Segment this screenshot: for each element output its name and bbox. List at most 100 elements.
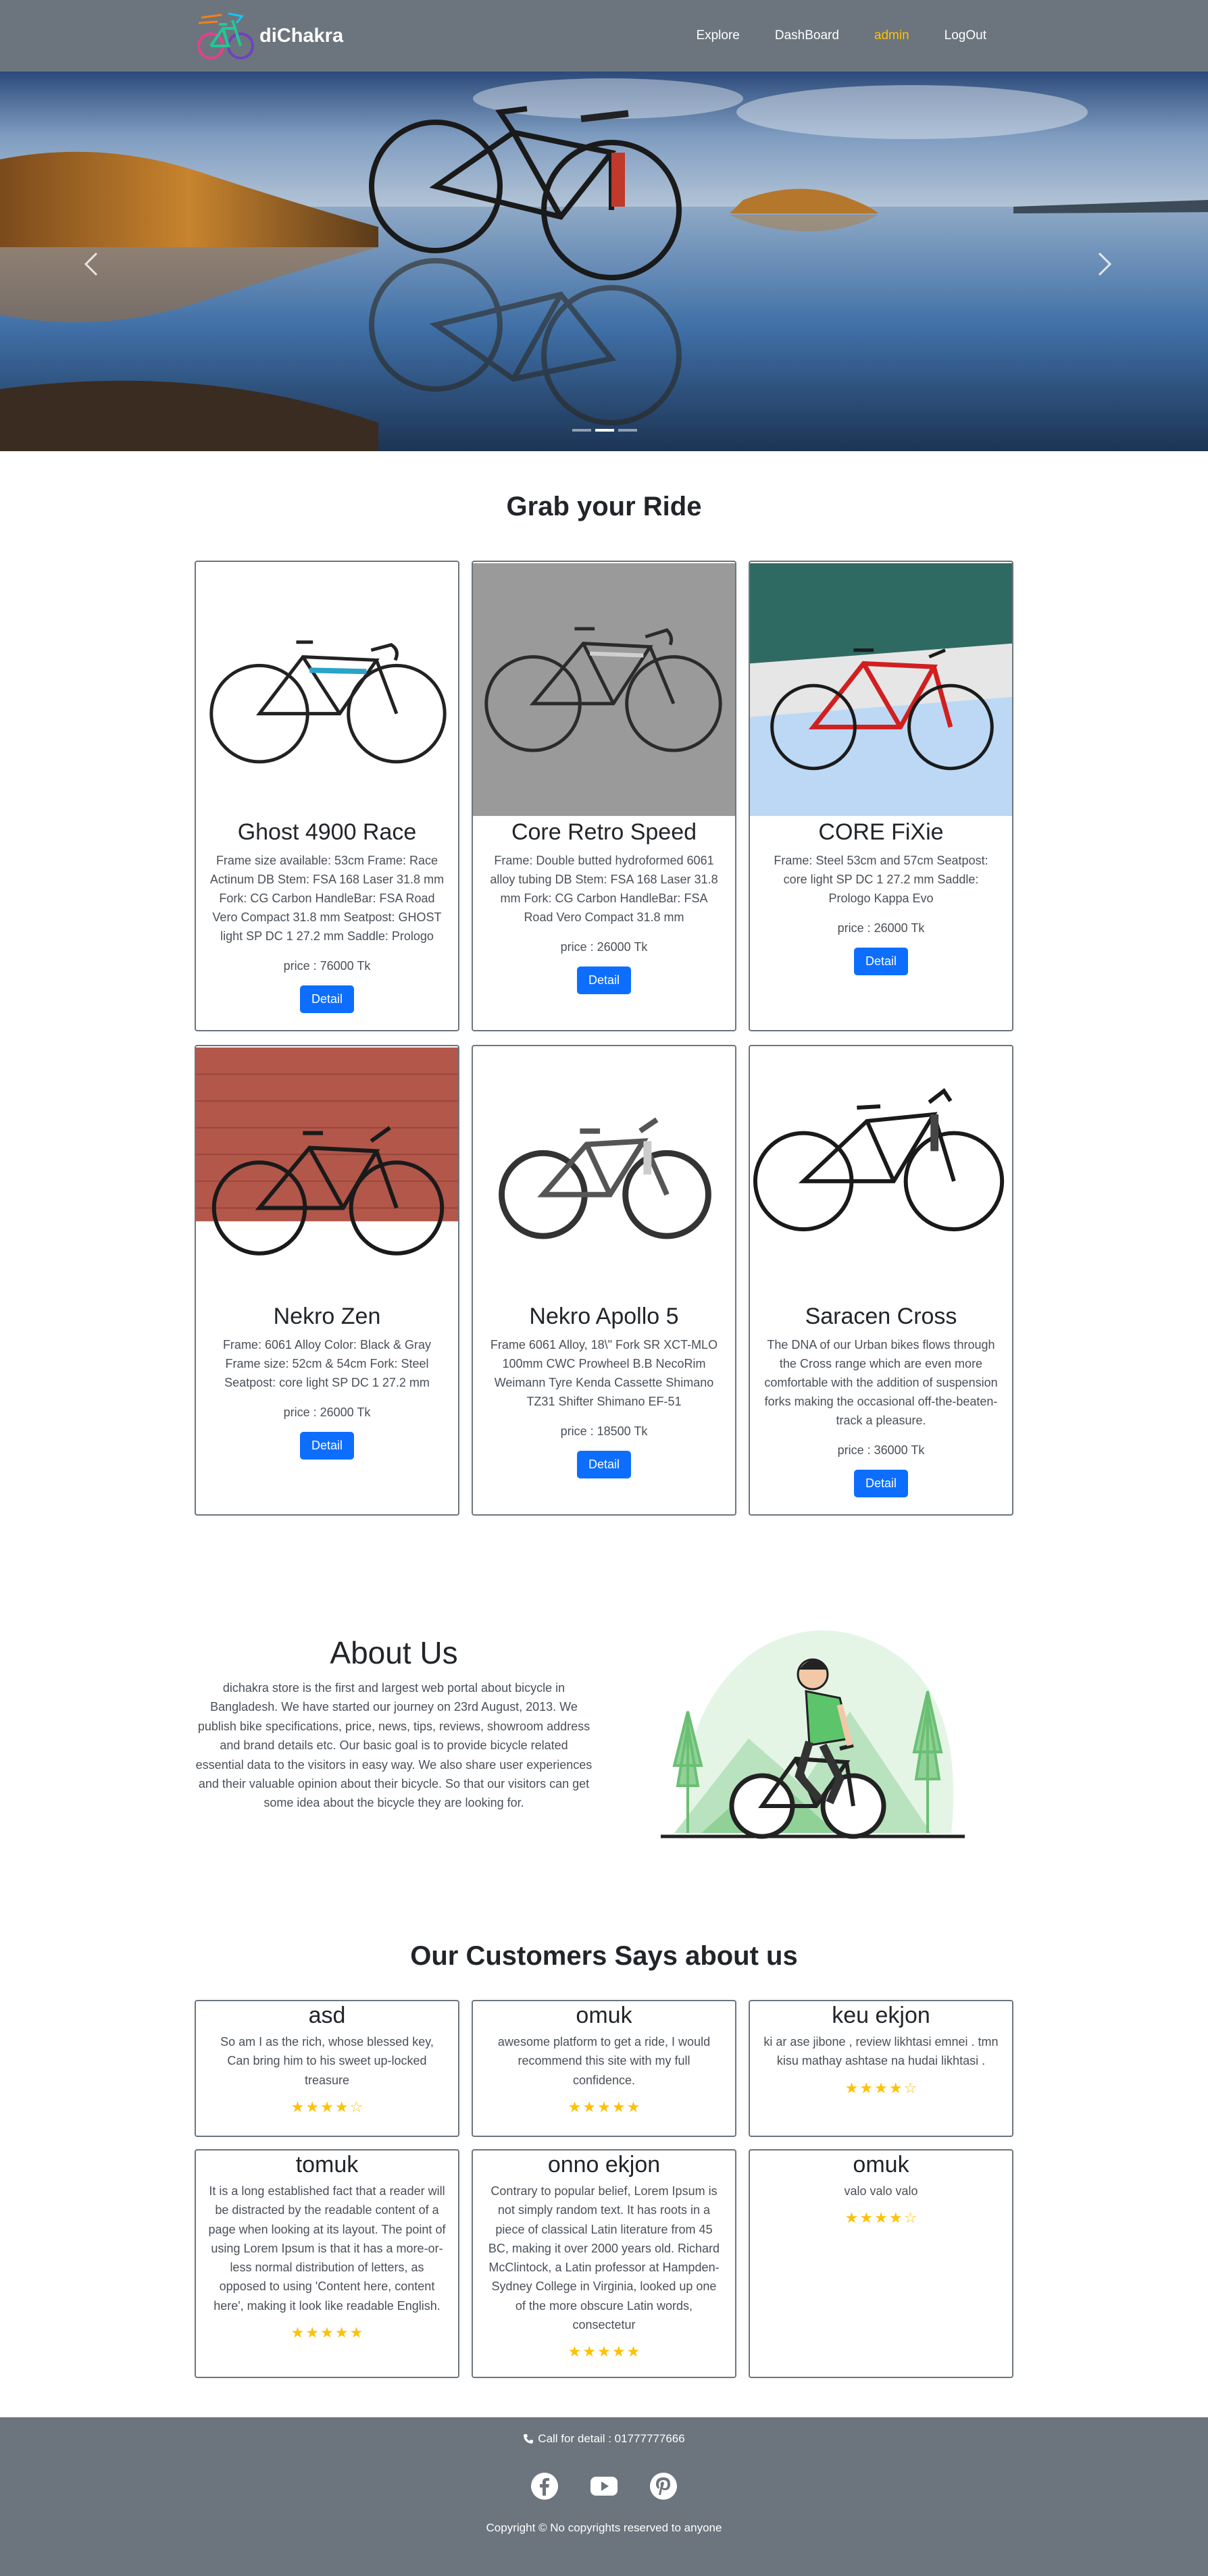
- review-text: awesome platform to get a ride, I would …: [497, 2035, 711, 2087]
- review-text: Contrary to popular belief, Lorem Ipsum …: [488, 2184, 720, 2332]
- star-filled-icon: ★: [888, 2209, 903, 2227]
- nav-links: Explore DashBoard admin LogOut: [678, 26, 1004, 46]
- product-description: Frame size available: 53cm Frame: Race A…: [209, 854, 445, 943]
- star-filled-icon: ★: [845, 2079, 859, 2096]
- carousel-prev-button[interactable]: [71, 244, 111, 284]
- nav-link-explore[interactable]: Explore: [678, 26, 757, 46]
- star-filled-icon: ★: [291, 2098, 305, 2115]
- detail-button[interactable]: Detail: [576, 1451, 632, 1478]
- star-filled-icon: ★: [859, 2079, 874, 2096]
- detail-button[interactable]: Detail: [853, 1470, 909, 1497]
- star-filled-icon: ★: [626, 2343, 640, 2361]
- product-card: Saracen Cross The DNA of our Urban bikes…: [749, 1045, 1013, 1516]
- product-description: Frame: Double butted hydroformed 6061 al…: [490, 854, 718, 924]
- product-price: price : 36000 Tk: [837, 1443, 925, 1457]
- footer: Call for detail : 01777777666 Copyright …: [0, 2417, 1208, 2576]
- star-empty-icon: ☆: [903, 2079, 917, 2096]
- nav-link-logout[interactable]: LogOut: [927, 26, 1004, 46]
- about-section: About Us dichakra store is the first and…: [195, 1610, 1013, 1840]
- star-rating: ★ ★ ★ ★ ☆: [208, 2098, 446, 2115]
- star-filled-icon: ★: [582, 2098, 597, 2115]
- nav-link-dashboard[interactable]: DashBoard: [757, 26, 857, 46]
- product-price: price : 18500 Tk: [560, 1424, 648, 1438]
- carousel-indicators: [572, 429, 637, 432]
- star-filled-icon: ★: [874, 2209, 888, 2227]
- star-filled-icon: ★: [888, 2079, 903, 2096]
- review-text: It is a long established fact that a rea…: [208, 2184, 446, 2313]
- star-filled-icon: ★: [845, 2209, 859, 2227]
- review-text: ki ar ase jibone , review likhtasi emnei…: [763, 2035, 999, 2068]
- star-filled-icon: ★: [305, 2098, 320, 2115]
- review-card: keu ekjon ki ar ase jibone , review likh…: [749, 2000, 1013, 2137]
- reviewer-name: asd: [308, 2003, 346, 2028]
- review-card: tomuk It is a long established fact that…: [195, 2149, 459, 2378]
- star-filled-icon: ★: [320, 2324, 334, 2342]
- carousel-indicator[interactable]: [572, 429, 591, 432]
- youtube-icon[interactable]: [589, 2471, 619, 2501]
- carousel-indicator-active[interactable]: [595, 429, 614, 432]
- review-card: omuk awesome platform to get a ride, I w…: [472, 2000, 736, 2137]
- pinterest-icon[interactable]: [649, 2471, 678, 2501]
- star-rating: ★ ★ ★ ★ ☆: [762, 2080, 1000, 2096]
- review-grid: asd So am I as the rich, whose blessed k…: [195, 2000, 1013, 2378]
- product-name: Saracen Cross: [805, 1304, 957, 1329]
- star-rating: ★ ★ ★ ★ ★: [485, 2344, 723, 2360]
- star-rating: ★ ★ ★ ★ ★: [208, 2325, 446, 2341]
- facebook-icon[interactable]: [530, 2471, 559, 2501]
- product-image: [473, 1047, 735, 1301]
- star-filled-icon: ★: [626, 2098, 640, 2115]
- product-name: Nekro Apollo 5: [529, 1304, 679, 1329]
- detail-button[interactable]: Detail: [299, 1432, 355, 1460]
- product-description: Frame: Steel 53cm and 57cm Seatpost: cor…: [774, 854, 988, 905]
- phone-icon: [524, 2434, 534, 2444]
- product-card: Nekro Zen Frame: 6061 Alloy Color: Black…: [195, 1045, 459, 1516]
- chevron-left-icon: [84, 252, 98, 276]
- product-name: Core Retro Speed: [511, 819, 697, 845]
- carousel-indicator[interactable]: [618, 429, 637, 432]
- star-empty-icon: ☆: [349, 2098, 363, 2115]
- about-title: About Us: [330, 1635, 458, 1670]
- star-filled-icon: ★: [334, 2098, 349, 2115]
- star-filled-icon: ★: [859, 2209, 874, 2227]
- star-filled-icon: ★: [874, 2079, 888, 2096]
- hero-slide-image: [0, 72, 1208, 451]
- footer-call: Call for detail : 01777777666: [0, 2432, 1208, 2446]
- star-filled-icon: ★: [334, 2324, 349, 2342]
- product-image: [196, 1047, 458, 1301]
- product-description: The DNA of our Urban bikes flows through…: [764, 1338, 998, 1427]
- chevron-right-icon: [1098, 252, 1112, 276]
- hero-carousel: [0, 72, 1208, 451]
- product-image: [473, 563, 735, 817]
- detail-button[interactable]: Detail: [853, 948, 909, 975]
- product-card: CORE FiXie Frame: Steel 53cm and 57cm Se…: [749, 561, 1013, 1031]
- star-rating: ★ ★ ★ ★ ★: [485, 2098, 723, 2115]
- product-card: Core Retro Speed Frame: Double butted hy…: [472, 561, 736, 1031]
- star-filled-icon: ★: [320, 2098, 334, 2115]
- detail-button[interactable]: Detail: [576, 967, 632, 994]
- call-text: Call for detail : 01777777666: [538, 2432, 685, 2445]
- reviewer-name: tomuk: [295, 2152, 359, 2178]
- social-links: [0, 2471, 1208, 2501]
- about-body: dichakra store is the first and largest …: [195, 1681, 593, 1810]
- detail-button[interactable]: Detail: [299, 985, 355, 1013]
- star-filled-icon: ★: [611, 2343, 626, 2361]
- review-card: asd So am I as the rich, whose blessed k…: [195, 2000, 459, 2137]
- product-price: price : 26000 Tk: [560, 940, 648, 954]
- nav-link-admin[interactable]: admin: [857, 26, 927, 46]
- brand[interactable]: diChakra: [195, 8, 343, 63]
- carousel-next-button[interactable]: [1084, 244, 1125, 284]
- testimonials-title: Our Customers Says about us: [410, 1941, 798, 1971]
- star-filled-icon: ★: [597, 2098, 611, 2115]
- product-description: Frame 6061 Alloy, 18\" Fork SR XCT-MLO 1…: [490, 1338, 718, 1408]
- product-price: price : 76000 Tk: [283, 959, 371, 973]
- cyclist-illustration-icon: [661, 1630, 965, 1839]
- star-empty-icon: ☆: [903, 2209, 917, 2227]
- star-filled-icon: ★: [582, 2343, 597, 2361]
- review-text: So am I as the rich, whose blessed key, …: [220, 2035, 434, 2087]
- product-card: Nekro Apollo 5 Frame 6061 Alloy, 18\" Fo…: [472, 1045, 736, 1516]
- product-name: CORE FiXie: [818, 819, 944, 845]
- product-name: Nekro Zen: [273, 1304, 381, 1329]
- star-filled-icon: ★: [291, 2324, 305, 2342]
- review-text: valo valo valo: [844, 2184, 918, 2198]
- brand-name: diChakra: [259, 24, 344, 47]
